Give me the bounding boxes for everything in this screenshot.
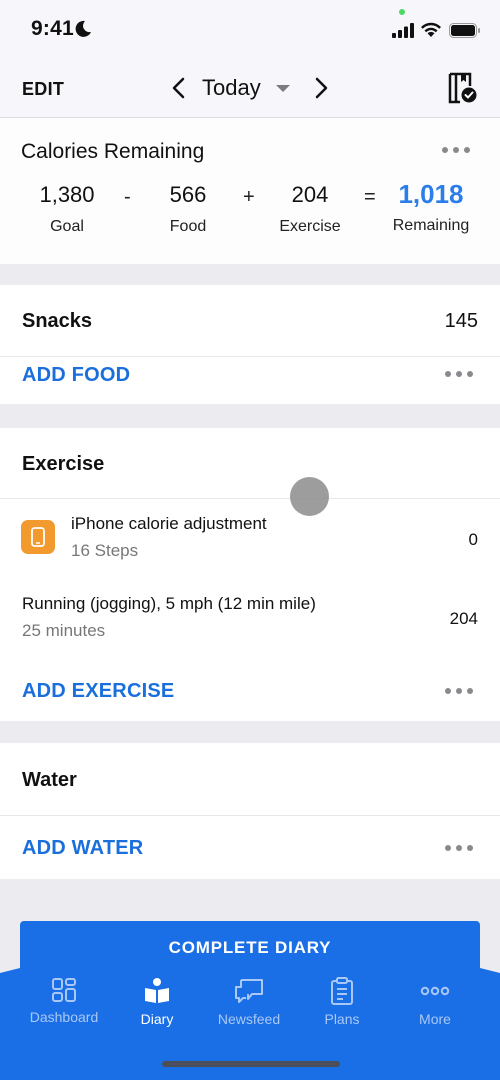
exercise-column: 204 Exercise	[275, 182, 345, 236]
newsfeed-icon	[235, 979, 263, 1003]
exercise-entry-detail: 25 minutes	[22, 621, 106, 640]
equals-operator: =	[364, 186, 376, 208]
tab-diary[interactable]: Diary	[107, 977, 207, 1027]
more-icon	[420, 986, 450, 996]
tab-plans[interactable]: Plans	[292, 977, 392, 1027]
exercise-entry-calories: 204	[449, 609, 478, 628]
food-value: 566	[169, 182, 207, 207]
tab-label: More	[419, 1011, 451, 1027]
privacy-indicator	[399, 9, 405, 15]
status-time: 9:41	[31, 17, 74, 40]
snacks-title: Snacks	[22, 310, 93, 332]
exercise-entry-detail: 16 Steps	[71, 541, 139, 560]
plus-operator: +	[243, 186, 255, 208]
next-day-button[interactable]	[312, 77, 330, 99]
exercise-section: Exercise iPhone calorie adjustment 16 St…	[0, 428, 500, 721]
exercise-value: 204	[291, 182, 329, 207]
nav-bar: EDIT Today	[0, 58, 500, 118]
exercise-label: Exercise	[279, 218, 341, 235]
battery-icon	[449, 23, 480, 38]
water-section: Water ADD WATER	[0, 743, 500, 879]
exercise-more-icon[interactable]	[445, 688, 473, 694]
previous-day-button[interactable]	[170, 77, 188, 99]
divider	[0, 815, 500, 816]
date-selector[interactable]: Today	[202, 75, 261, 101]
add-water-button[interactable]: ADD WATER	[22, 837, 143, 860]
calories-more-icon[interactable]	[442, 147, 470, 153]
water-title: Water	[22, 769, 77, 791]
goal-value: 1,380	[39, 182, 95, 207]
edit-button[interactable]: EDIT	[22, 79, 64, 100]
food-label: Food	[169, 218, 207, 235]
add-exercise-button[interactable]: ADD EXERCISE	[22, 680, 174, 703]
exercise-title: Exercise	[22, 453, 105, 475]
diary-screen: 9:41 EDIT Today Calories Remaining 1,380…	[0, 0, 500, 1080]
divider	[0, 356, 500, 357]
tab-label: Diary	[140, 1011, 174, 1027]
water-more-icon[interactable]	[445, 845, 473, 851]
tab-newsfeed[interactable]: Newsfeed	[199, 977, 299, 1027]
snacks-more-icon[interactable]	[445, 371, 473, 377]
tab-dashboard[interactable]: Dashboard	[14, 977, 114, 1025]
wifi-icon	[421, 22, 441, 37]
exercise-entry-calories: 0	[468, 530, 478, 549]
divider	[0, 498, 500, 499]
plans-icon	[331, 977, 353, 1005]
minus-operator: -	[124, 186, 131, 208]
tab-more[interactable]: More	[385, 977, 485, 1027]
moon-icon	[75, 20, 91, 37]
food-column: 566 Food	[158, 182, 218, 236]
diary-complete-icon[interactable]	[448, 72, 478, 104]
home-indicator[interactable]	[162, 1061, 340, 1067]
status-bar: 9:41	[0, 0, 500, 58]
goal-column: 1,380 Goal	[36, 182, 98, 236]
calories-remaining-card[interactable]: Calories Remaining 1,380 Goal - 566 Food…	[0, 118, 500, 264]
calories-remaining-title: Calories Remaining	[21, 140, 205, 163]
add-food-button[interactable]: ADD FOOD	[22, 364, 130, 387]
exercise-entry-name: iPhone calorie adjustment	[71, 514, 267, 533]
touch-indicator	[290, 477, 329, 516]
remaining-label: Remaining	[392, 217, 470, 234]
dashboard-icon	[52, 978, 76, 1002]
snacks-section: Snacks 145 ADD FOOD	[0, 285, 500, 404]
caret-down-icon[interactable]	[276, 85, 290, 92]
remaining-column: 1,018 Remaining	[390, 179, 472, 235]
diary-icon	[145, 978, 169, 1003]
tab-label: Plans	[324, 1011, 360, 1027]
exercise-entry-name: Running (jogging), 5 mph (12 min mile)	[22, 594, 316, 613]
tab-label: Dashboard	[29, 1009, 99, 1025]
snacks-calories: 145	[444, 310, 478, 332]
tab-bar: Dashboard Diary Newsfeed Plans More	[0, 965, 500, 1080]
remaining-value: 1,018	[398, 179, 464, 209]
cellular-signal-icon	[392, 23, 414, 38]
iphone-icon	[21, 520, 55, 554]
goal-label: Goal	[50, 218, 84, 235]
tab-label: Newsfeed	[217, 1011, 281, 1027]
